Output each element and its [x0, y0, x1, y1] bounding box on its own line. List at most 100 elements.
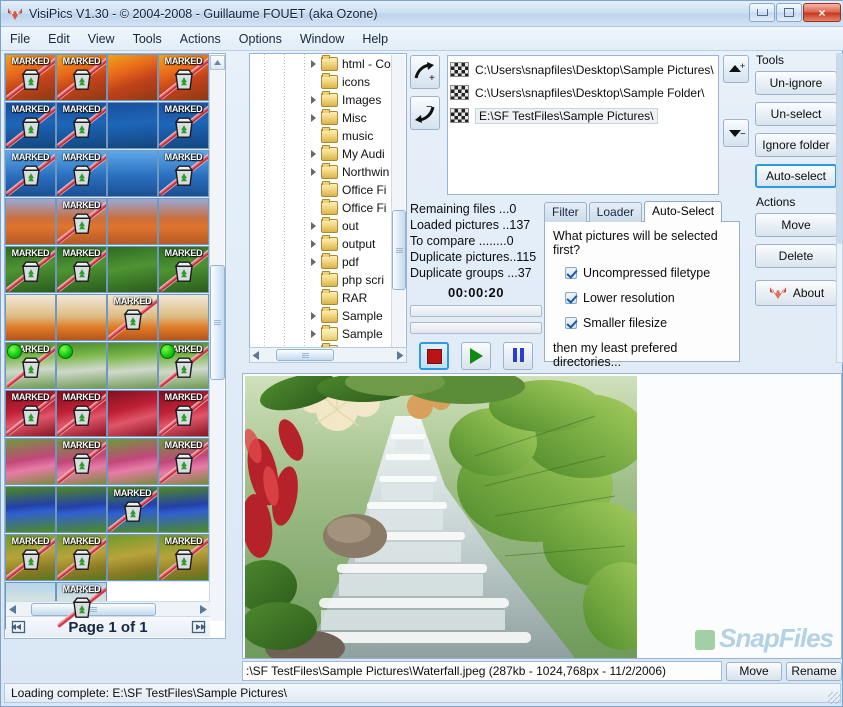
thumbnail-cell[interactable]	[158, 486, 209, 533]
thumbnail-cell[interactable]	[107, 342, 158, 389]
thumbnail-cell[interactable]: MARKED	[158, 438, 209, 485]
thumbnail-cell[interactable]: MARKED	[5, 246, 56, 293]
menu-view[interactable]: View	[79, 29, 124, 49]
scroll-up-icon[interactable]	[210, 55, 225, 70]
tab-loader[interactable]: Loader	[589, 202, 642, 222]
minimize-button[interactable]	[749, 3, 775, 22]
pause-button[interactable]	[503, 342, 533, 370]
thumbnail-horizontal-scrollbar[interactable]	[6, 601, 210, 616]
expand-arrow-icon[interactable]	[308, 329, 319, 340]
checkbox-checked[interactable]	[565, 292, 577, 304]
thumbnail-cell[interactable]: MARKED	[5, 102, 56, 149]
play-button[interactable]	[461, 342, 491, 370]
expand-arrow-icon[interactable]	[308, 167, 319, 178]
thumbnail-cell[interactable]: MARKED	[107, 294, 158, 341]
menu-edit[interactable]: Edit	[39, 29, 79, 49]
thumbnail-cell[interactable]: MARKED	[158, 150, 209, 197]
tree-node[interactable]: Misc	[308, 109, 391, 127]
menu-window[interactable]: Window	[291, 29, 353, 49]
stop-button[interactable]	[419, 342, 449, 370]
thumbnail-cell[interactable]: MARKED	[158, 534, 209, 581]
tree-node[interactable]: php scri	[308, 271, 391, 289]
expand-arrow-icon[interactable]	[308, 221, 319, 232]
move-path-down-button[interactable]: −	[723, 119, 749, 147]
thumbnail-cell[interactable]	[107, 54, 158, 101]
thumbnail-cell[interactable]: MARKED	[158, 246, 209, 293]
duplicate-thumbnail-panel[interactable]: MARKEDMARKEDMARKEDMARKEDMARKEDMARKEDMARK…	[4, 53, 226, 639]
window-resize-grip[interactable]	[828, 692, 840, 704]
preview-rename-button[interactable]: Rename	[786, 662, 842, 681]
prev-page-button[interactable]	[9, 619, 27, 636]
thumbnail-cell[interactable]: MARKED	[5, 390, 56, 437]
thumbnail-cell[interactable]: MARKED	[5, 534, 56, 581]
auto-select-option[interactable]: Lower resolution	[565, 291, 731, 305]
thumbnail-cell[interactable]: MARKED	[56, 102, 107, 149]
thumbnail-cell[interactable]: MARKED	[56, 150, 107, 197]
auto-select-button[interactable]: Auto-select	[755, 164, 837, 188]
un-ignore-button[interactable]: Un-ignore	[755, 71, 837, 95]
auto-select-option[interactable]: Smaller filesize	[565, 316, 731, 330]
image-preview-panel[interactable]: SnapFiles	[242, 373, 842, 659]
thumbnail-cell[interactable]	[56, 486, 107, 533]
tree-node[interactable]: My Audi	[308, 145, 391, 163]
tree-horizontal-scrollbar[interactable]	[249, 347, 407, 363]
delete-button[interactable]: Delete	[755, 244, 837, 268]
preview-move-button[interactable]: Move	[726, 662, 782, 681]
thumbnail-cell[interactable]: MARKED	[158, 342, 209, 389]
tree-hscroll-thumb[interactable]	[276, 349, 334, 361]
next-page-button[interactable]	[189, 619, 207, 636]
thumbnail-cell[interactable]: MARKED	[5, 150, 56, 197]
menu-help[interactable]: Help	[353, 29, 397, 49]
thumbnail-cell[interactable]	[56, 294, 107, 341]
side-scrollbar-thumb[interactable]	[837, 54, 842, 244]
scan-folder-item[interactable]: E:\SF TestFiles\Sample Pictures\	[450, 104, 716, 127]
close-button[interactable]: ×	[803, 3, 841, 22]
scan-folder-list[interactable]: C:\Users\snapfiles\Desktop\Sample Pictur…	[447, 55, 719, 195]
thumbnail-cell[interactable]	[5, 438, 56, 485]
expand-arrow-icon[interactable]	[308, 95, 319, 106]
expand-arrow-icon[interactable]	[308, 239, 319, 250]
duplicate-group-row[interactable]: MARKED MARKED	[5, 342, 210, 390]
expand-arrow-icon[interactable]	[308, 59, 319, 70]
scrollbar-thumb[interactable]	[210, 265, 225, 380]
thumbnail-cell[interactable]	[107, 246, 158, 293]
thumbnail-cell[interactable]	[107, 534, 158, 581]
thumbnail-cell[interactable]: MARKED	[56, 390, 107, 437]
about-button[interactable]: About	[755, 280, 837, 306]
thumbnail-cell[interactable]	[107, 390, 158, 437]
thumbnail-cell[interactable]: MARKED	[158, 54, 209, 101]
tree-node[interactable]: html - Co	[308, 55, 391, 73]
thumbnail-cell[interactable]	[107, 150, 158, 197]
thumbnail-cell[interactable]	[107, 438, 158, 485]
tree-node[interactable]: RAR	[308, 289, 391, 307]
thumbnail-cell[interactable]	[5, 294, 56, 341]
thumbnail-cell[interactable]: MARKED	[56, 246, 107, 293]
thumbnail-vertical-scrollbar[interactable]	[209, 55, 224, 621]
tree-node[interactable]: Northwin	[308, 163, 391, 181]
menu-actions[interactable]: Actions	[171, 29, 230, 49]
ignore-folder-button[interactable]: Ignore folder	[755, 133, 837, 157]
duplicate-group-row[interactable]: MARKED	[5, 198, 210, 246]
remove-folder-button[interactable]: −	[410, 96, 440, 130]
auto-select-option[interactable]: Uncompressed filetype	[565, 266, 731, 280]
thumbnail-cell[interactable]	[158, 294, 209, 341]
menu-file[interactable]: File	[1, 29, 39, 49]
tree-node[interactable]: Images	[308, 91, 391, 109]
duplicate-group-row[interactable]: MARKED	[5, 486, 210, 534]
thumbnail-cell[interactable]: MARKED	[56, 198, 107, 245]
thumbnail-cell[interactable]: MARKED	[158, 102, 209, 149]
hscroll-track[interactable]	[21, 603, 195, 616]
menu-tools[interactable]: Tools	[124, 29, 171, 49]
menu-options[interactable]: Options	[230, 29, 291, 49]
thumbnail-cell[interactable]: MARKED	[5, 342, 56, 389]
duplicate-group-row[interactable]: MARKEDMARKEDMARKED	[5, 150, 210, 198]
folder-tree[interactable]: html - CoiconsImagesMiscmusicMy AudiNort…	[249, 53, 407, 353]
scan-folder-item[interactable]: C:\Users\snapfiles\Desktop\Sample Folder…	[450, 81, 716, 104]
duplicate-group-row[interactable]: MARKEDMARKEDMARKED	[5, 246, 210, 294]
duplicate-group-row[interactable]: MARKEDMARKEDMARKED	[5, 54, 210, 102]
tab-auto-select[interactable]: Auto-Select	[644, 201, 722, 222]
tree-node[interactable]: Office Fi	[308, 199, 391, 217]
thumbnail-cell[interactable]: MARKED	[107, 486, 158, 533]
tree-scrollbar-thumb[interactable]	[392, 210, 406, 290]
move-path-up-button[interactable]: +	[723, 55, 749, 83]
